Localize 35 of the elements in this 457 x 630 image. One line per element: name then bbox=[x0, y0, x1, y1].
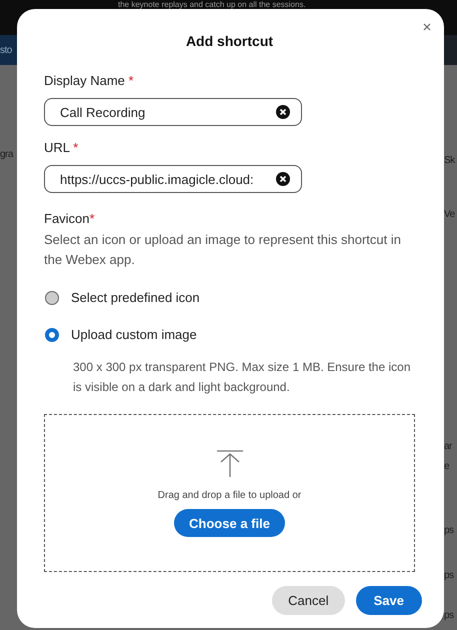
drop-text: Drag and drop a file to upload or bbox=[158, 490, 302, 501]
cancel-button[interactable]: Cancel bbox=[272, 586, 345, 615]
text-field[interactable]: Call Recording bbox=[44, 98, 302, 126]
background-text: ps bbox=[444, 610, 455, 622]
clear-icon[interactable] bbox=[276, 172, 290, 186]
radio-button[interactable] bbox=[45, 290, 59, 304]
text-field[interactable]: https://uccs-public.imagicle.cloud: bbox=[44, 165, 302, 193]
clear-icon[interactable] bbox=[276, 105, 290, 119]
close-button[interactable] bbox=[421, 21, 433, 33]
background-text: e bbox=[444, 461, 450, 473]
radio-button[interactable] bbox=[45, 328, 59, 342]
background-text: Ve bbox=[444, 209, 456, 221]
background-text: ar bbox=[444, 441, 454, 453]
background-text: gra bbox=[0, 149, 14, 161]
required-mark: * bbox=[128, 73, 134, 88]
background-text: Sk bbox=[444, 155, 456, 167]
field-label: URL bbox=[44, 140, 70, 155]
dialog-title: Add shortcut bbox=[186, 33, 274, 49]
background-text: ps bbox=[444, 570, 455, 582]
radio-label: Select predefined icon bbox=[71, 290, 200, 305]
hint-text: 300 x 300 px transparent PNG. Max size 1 MB. Ensure the icon is visible on a dark and light background. bbox=[73, 359, 412, 396]
field-label: Display Name bbox=[44, 73, 125, 88]
banner-text: the keynote replays and catch up on all the sessions. bbox=[118, 0, 306, 9]
required-mark: * bbox=[73, 140, 78, 155]
save-button[interactable]: Save bbox=[356, 586, 422, 615]
description-text: Select an icon or upload an image to represent this shortcut in the Webex app. bbox=[44, 231, 402, 269]
close-icon bbox=[423, 23, 431, 31]
field-label: Favicon bbox=[44, 211, 90, 226]
background-text: ps bbox=[444, 525, 455, 537]
drop-zone[interactable]: Drag and drop a file to upload or Choose a file bbox=[44, 414, 415, 572]
radio-label: Upload custom image bbox=[71, 327, 197, 342]
upload-icon bbox=[216, 450, 242, 478]
nav-tab[interactable]: sto bbox=[0, 35, 17, 65]
choose-file-button[interactable]: Choose a file bbox=[174, 509, 285, 537]
required-mark: * bbox=[90, 211, 95, 226]
